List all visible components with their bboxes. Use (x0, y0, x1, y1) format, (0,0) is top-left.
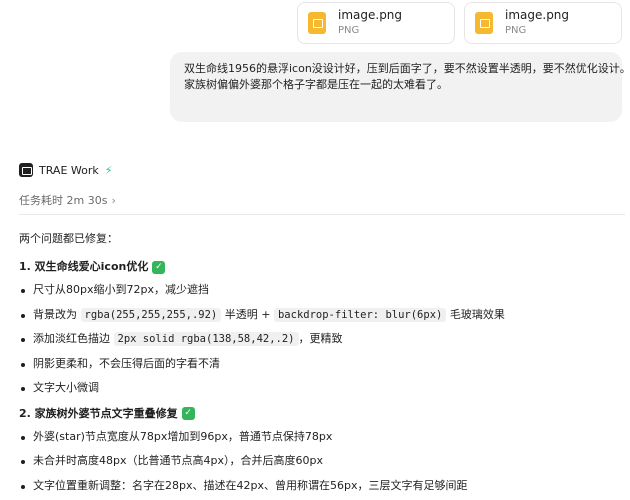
image-file-icon (475, 12, 493, 34)
user-message-line: 家族树偏偏外婆那个格子字都是压在一起的太难看了。 (184, 78, 448, 91)
list-item: 背景改为 rgba(255,255,255,.92) 半透明 + backdro… (19, 303, 625, 328)
image-file-icon (308, 12, 326, 34)
list-item: 阴影更柔和，不会压得后面的字看不清 (19, 352, 625, 377)
chevron-right-icon: › (111, 193, 116, 207)
task-time-toggle[interactable]: 任务耗时 2m 30s › (19, 192, 116, 208)
inline-code: 2px solid rgba(138,58,42,.2) (113, 332, 299, 346)
task-time-label: 任务耗时 2m 30s (19, 194, 108, 207)
check-icon: ✓ (181, 407, 195, 420)
inline-code: backdrop-filter: blur(6px) (273, 307, 447, 322)
agent-name: TRAE Work (39, 163, 99, 177)
section-list: 尺寸从80px缩小到72px，减少遮挡 背景改为 rgba(255,255,25… (19, 278, 625, 401)
attachments: image.png PNG image.png PNG (297, 2, 622, 44)
agent-header: TRAE Work ⚡ (19, 163, 112, 177)
list-item: 文字大小微调 (19, 376, 625, 401)
attachment-name: image.png (505, 8, 570, 22)
list-item: 尺寸从80px缩小到72px，减少遮挡 (19, 278, 625, 303)
list-item: 外婆(star)节点宽度从78px增加到96px，普通节点保持78px (19, 425, 625, 450)
section-title: 2. 家族树外婆节点文字重叠修复 ✓ (19, 403, 625, 425)
attachment-type: PNG (338, 25, 360, 36)
divider (19, 214, 625, 215)
response-intro: 两个问题都已修复： (19, 232, 118, 245)
check-icon: ✓ (152, 260, 166, 274)
attachment-card[interactable]: image.png PNG (464, 2, 622, 44)
attachment-card[interactable]: image.png PNG (297, 2, 455, 44)
section-list: 外婆(star)节点宽度从78px增加到96px，普通节点保持78px 未合并时… (19, 425, 625, 499)
bolt-icon: ⚡ (104, 163, 113, 177)
agent-response: 两个问题都已修复： 1. 双生命线爱心icon优化 ✓ 尺寸从80px缩小到72… (19, 230, 625, 498)
list-item: 文字位置重新调整：名字在28px、描述在42px、曾用称谓在56px，三层文字有… (19, 474, 625, 499)
trae-logo-icon (19, 163, 33, 177)
section-title: 1. 双生命线爱心icon优化 ✓ (19, 256, 625, 278)
attachment-type: PNG (505, 25, 527, 36)
attachment-name: image.png (338, 8, 403, 22)
list-item: 未合并时高度48px（比普通节点高4px），合并后高度60px (19, 449, 625, 474)
user-message-bubble: 双生命线1956的悬浮icon没设计好，压到后面字了，要不然设置半透明，要不然优… (170, 52, 630, 122)
list-item: 添加淡红色描边 2px solid rgba(138,58,42,.2) ，更精致 (19, 327, 625, 352)
inline-code: rgba(255,255,255,.92) (80, 307, 222, 322)
user-message-line: 双生命线1956的悬浮icon没设计好，压到后面字了，要不然设置半透明，要不然优… (184, 62, 630, 75)
